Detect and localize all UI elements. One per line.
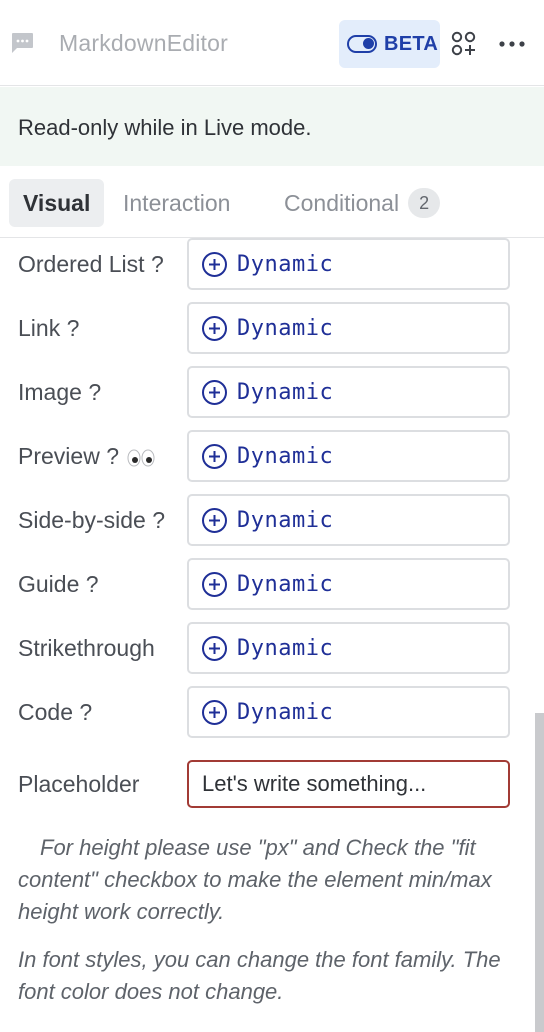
count-badge: 2 bbox=[408, 188, 441, 218]
eyes-icon bbox=[127, 449, 155, 467]
add-circle-icon bbox=[202, 251, 227, 277]
dynamic-label: Dynamic bbox=[237, 635, 334, 661]
dynamic-field[interactable]: Dynamic bbox=[187, 622, 510, 674]
chat-bubble-icon bbox=[12, 33, 33, 53]
height-help-text: For height please use "px" and Check the… bbox=[18, 835, 492, 924]
property-label: Strikethrough bbox=[18, 635, 155, 661]
add-circle-icon bbox=[202, 571, 227, 597]
notice-text: Read-only while in Live mode. bbox=[18, 115, 312, 140]
placeholder-label: Placeholder bbox=[18, 771, 140, 797]
property-label: Side-by-side ? bbox=[18, 507, 166, 533]
dynamic-label: Dynamic bbox=[237, 571, 334, 597]
add-circle-icon bbox=[202, 379, 227, 405]
placeholder-input[interactable]: Let's write something... bbox=[187, 760, 510, 808]
dynamic-field[interactable]: Dynamic bbox=[187, 238, 510, 290]
dynamic-field[interactable]: Dynamic bbox=[187, 558, 510, 610]
property-label: Image ? bbox=[18, 379, 102, 405]
group-add-icon[interactable] bbox=[451, 31, 477, 57]
dynamic-field[interactable]: Dynamic bbox=[187, 302, 510, 354]
add-circle-icon bbox=[202, 507, 227, 533]
panel-header: MarkdownEditor BETA bbox=[0, 0, 544, 86]
property-label: Code ? bbox=[18, 699, 93, 725]
add-circle-icon bbox=[202, 699, 227, 725]
beta-label: BETA bbox=[384, 32, 439, 55]
dynamic-label: Dynamic bbox=[237, 507, 334, 533]
add-circle-icon bbox=[202, 635, 227, 661]
scrollbar[interactable] bbox=[535, 713, 544, 1032]
dynamic-label: Dynamic bbox=[237, 251, 334, 277]
tab-interaction[interactable]: Interaction bbox=[109, 179, 244, 227]
property-label: Ordered List ? bbox=[18, 251, 164, 277]
add-circle-icon bbox=[202, 443, 227, 469]
dynamic-field[interactable]: Dynamic bbox=[187, 494, 510, 546]
add-circle-icon bbox=[202, 315, 227, 341]
tab-label: Interaction bbox=[123, 189, 231, 216]
tab-conditional[interactable]: Conditional 2 bbox=[270, 179, 454, 227]
toggle-icon bbox=[347, 35, 377, 53]
property-label-row: Preview ? bbox=[18, 443, 155, 470]
font-help-text: In font styles, you can change the font … bbox=[18, 947, 501, 1004]
dynamic-label: Dynamic bbox=[237, 379, 334, 405]
more-horizontal-icon[interactable] bbox=[499, 40, 525, 48]
property-label: Link ? bbox=[18, 315, 80, 341]
tab-label: Visual bbox=[23, 189, 91, 216]
dynamic-label: Dynamic bbox=[237, 315, 334, 341]
tab-bar: Visual Interaction Conditional 2 bbox=[0, 166, 544, 238]
dynamic-field[interactable]: Dynamic bbox=[187, 430, 510, 482]
component-name: MarkdownEditor bbox=[59, 30, 228, 56]
dynamic-label: Dynamic bbox=[237, 699, 334, 725]
dynamic-label: Dynamic bbox=[237, 443, 334, 469]
tab-visual[interactable]: Visual bbox=[9, 179, 105, 227]
property-label: Guide ? bbox=[18, 571, 99, 597]
property-label: Preview ? bbox=[18, 443, 119, 469]
dynamic-field[interactable]: Dynamic bbox=[187, 366, 510, 418]
dynamic-field[interactable]: Dynamic bbox=[187, 686, 510, 738]
tab-label: Conditional bbox=[284, 189, 400, 216]
live-mode-notice: Read-only while in Live mode. bbox=[0, 87, 544, 166]
beta-toggle-button[interactable]: BETA bbox=[339, 20, 440, 68]
